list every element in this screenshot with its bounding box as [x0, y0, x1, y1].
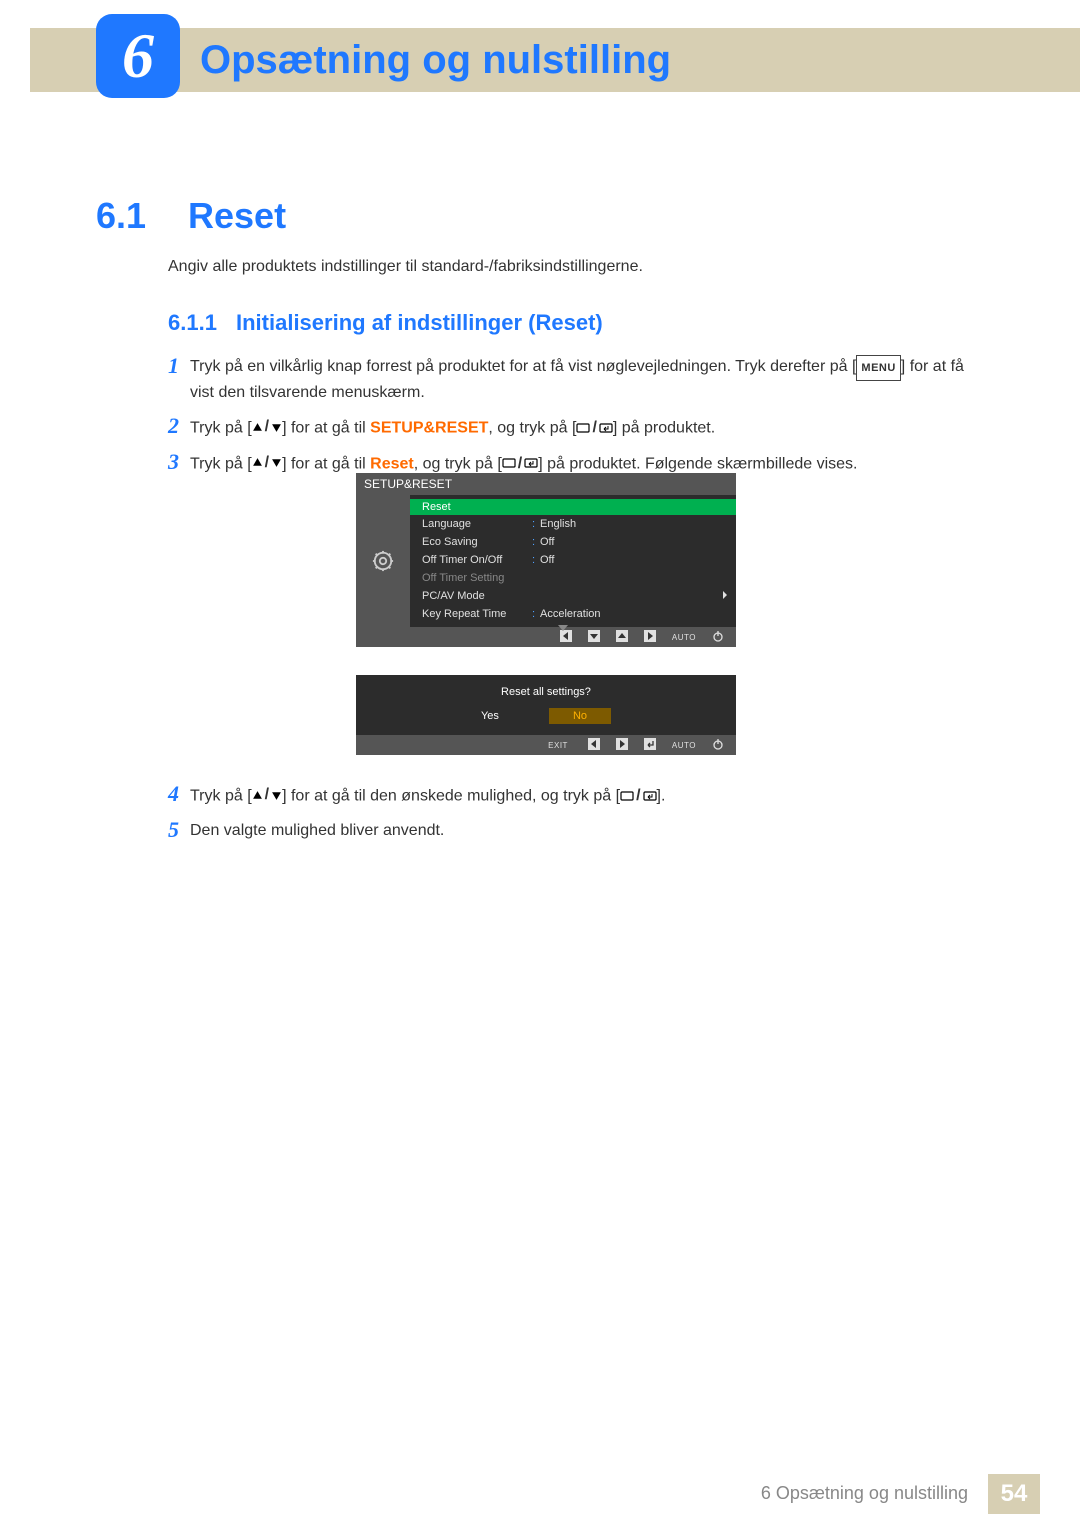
osd-confirm-body: Reset all settings? Yes No [356, 675, 736, 735]
exit-button[interactable]: EXIT [548, 741, 568, 750]
osd-setup-reset: SETUP&RESET Reset Language : English Eco [356, 473, 736, 647]
chevron-down-icon [558, 623, 568, 633]
text: , og tryk på [ [488, 420, 576, 437]
up-down-arrow-icon: / [252, 451, 282, 475]
value: Off [540, 536, 554, 548]
up-down-arrow-icon: / [252, 783, 282, 807]
label: Off Timer On/Off [422, 554, 532, 566]
osd-row-key-repeat-time[interactable]: Key Repeat Time : Acceleration [410, 605, 736, 623]
label: Language [422, 518, 532, 530]
text: , og tryk på [ [414, 455, 502, 472]
osd-row-reset[interactable]: Reset [410, 499, 736, 515]
page: 6 Opsætning og nulstilling 6.1 Reset Ang… [0, 0, 1080, 1527]
osd-body: Reset Language : English Eco Saving : Of… [356, 495, 736, 627]
osd-group: SETUP&RESET Reset Language : English Eco [356, 473, 736, 755]
text: ] for at gå til [282, 420, 370, 437]
text: Tryk på [ [190, 455, 252, 472]
value: Acceleration [540, 608, 601, 620]
osd-row-eco-saving[interactable]: Eco Saving : Off [410, 533, 736, 551]
text: Tryk på en vilkårlig knap forrest på pro… [190, 358, 856, 375]
osd-row-off-timer-onoff[interactable]: Off Timer On/Off : Off [410, 551, 736, 569]
label: Eco Saving [422, 536, 532, 548]
page-number-badge: 54 [988, 1474, 1040, 1514]
osd-confirm-button-row: EXIT AUTO [356, 735, 736, 755]
section-number: 6.1 [96, 195, 146, 237]
footer-text: 6 Opsætning og nulstilling [761, 1483, 968, 1504]
osd-menu-list: Reset Language : English Eco Saving : Of… [410, 495, 736, 627]
source-enter-icon: / [620, 784, 656, 808]
nav-down-icon[interactable] [588, 630, 600, 645]
step-number: 4 [168, 783, 190, 809]
label: PC/AV Mode [422, 590, 532, 602]
osd-row-language[interactable]: Language : English [410, 515, 736, 533]
step-2: 2 Tryk på [/] for at gå til SETUP&RESET,… [168, 415, 978, 441]
step-body: Tryk på en vilkårlig knap forrest på pro… [190, 355, 978, 405]
step-body: Den valgte mulighed bliver anvendt. [190, 819, 444, 843]
text: ] på produktet. [613, 420, 715, 437]
confirm-question: Reset all settings? [501, 686, 591, 698]
menu-button-icon: MENU [856, 355, 900, 381]
text: Den valgte mulighed bliver anvendt. [190, 822, 444, 839]
nav-right-icon[interactable] [644, 630, 656, 645]
text: ] for at gå til [282, 455, 370, 472]
nav-up-icon[interactable] [616, 630, 628, 645]
label: Key Repeat Time [422, 608, 532, 620]
section-title: Reset [188, 195, 286, 237]
confirm-options: Yes No [481, 708, 611, 724]
no-option[interactable]: No [549, 708, 611, 724]
nav-right-icon[interactable] [616, 738, 628, 753]
setup-reset-highlight: SETUP&RESET [370, 420, 488, 437]
step-4: 4 Tryk på [/] for at gå til den ønskede … [168, 783, 968, 809]
auto-button[interactable]: AUTO [672, 633, 696, 642]
label: Reset [422, 501, 532, 513]
gear-icon [356, 495, 410, 627]
subsection-number: 6.1.1 [168, 310, 217, 336]
osd-row-off-timer-setting: Off Timer Setting [410, 569, 736, 587]
label: Off Timer Setting [422, 572, 532, 584]
enter-icon[interactable] [644, 738, 656, 753]
osd-row-pc-av-mode[interactable]: PC/AV Mode [410, 587, 736, 605]
value: Off [540, 554, 554, 566]
step-1: 1 Tryk på en vilkårlig knap forrest på p… [168, 355, 978, 405]
text: ]. [657, 788, 666, 805]
step-number: 5 [168, 819, 190, 843]
auto-button[interactable]: AUTO [672, 741, 696, 750]
power-icon[interactable] [712, 630, 724, 645]
value: English [540, 518, 576, 530]
osd-title: SETUP&RESET [356, 473, 736, 495]
text: ] for at gå til den ønskede mulighed, og… [282, 788, 620, 805]
chevron-right-icon [722, 590, 728, 602]
power-icon[interactable] [712, 738, 724, 753]
text: Tryk på [ [190, 420, 252, 437]
reset-highlight: Reset [370, 455, 414, 472]
nav-left-icon[interactable] [588, 738, 600, 753]
text: ] på produktet. Følgende skærmbillede vi… [538, 455, 857, 472]
up-down-arrow-icon: / [252, 415, 282, 439]
text: Tryk på [ [190, 788, 252, 805]
chapter-number: 6 [122, 19, 154, 93]
subsection-title: Initialisering af indstillinger (Reset) [236, 310, 603, 336]
step-number: 1 [168, 355, 190, 405]
osd-button-row: AUTO [356, 627, 736, 647]
step-number: 2 [168, 415, 190, 441]
step-5: 5 Den valgte mulighed bliver anvendt. [168, 819, 968, 843]
colon: : [532, 536, 540, 548]
steps-list: 1 Tryk på en vilkårlig knap forrest på p… [168, 355, 978, 486]
source-enter-icon: / [576, 416, 612, 440]
yes-option[interactable]: Yes [481, 710, 499, 722]
steps-list-continued: 4 Tryk på [/] for at gå til den ønskede … [168, 783, 968, 853]
chapter-badge: 6 [96, 14, 180, 98]
colon: : [532, 518, 540, 530]
step-body: Tryk på [/] for at gå til SETUP&RESET, o… [190, 415, 715, 441]
step-body: Tryk på [/] for at gå til den ønskede mu… [190, 783, 665, 809]
osd-reset-confirm: Reset all settings? Yes No EXIT AUTO [356, 675, 736, 755]
page-number: 54 [1001, 1480, 1028, 1508]
intro-text: Angiv alle produktets indstillinger til … [168, 258, 968, 276]
colon: : [532, 608, 540, 620]
colon: : [532, 554, 540, 566]
chapter-title: Opsætning og nulstilling [200, 38, 671, 83]
step-number: 3 [168, 451, 190, 477]
